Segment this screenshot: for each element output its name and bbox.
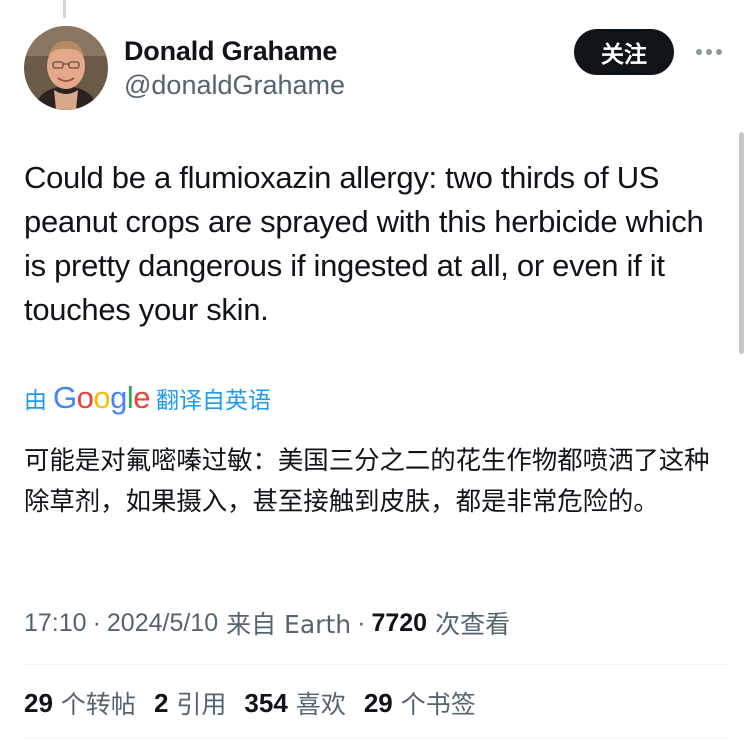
translation-suffix: 翻译自英语 — [156, 388, 272, 414]
stat-label: 引用 — [176, 690, 227, 719]
stat-count: 29 — [24, 687, 53, 718]
stat-label: 喜欢 — [295, 690, 346, 719]
more-options-icon[interactable] — [692, 40, 726, 64]
tweet-meta: 17:10 · 2024/5/10 来自 Earth · 7720 次查看 — [24, 605, 510, 641]
follow-button[interactable]: 关注 — [574, 29, 674, 75]
dot-icon — [696, 49, 702, 55]
thread-connector-line — [63, 0, 66, 18]
translated-tweet-text: 可能是对氟嘧嗪过敏：美国三分之二的花生作物都喷洒了这种除草剂，如果摄入，甚至接触… — [24, 445, 710, 516]
google-logo: Google — [53, 380, 151, 415]
stat-count: 354 — [244, 687, 288, 718]
stat-quotes[interactable]: 2 引用 — [154, 685, 226, 721]
dot-icon — [716, 49, 722, 55]
tweet-text: Could be a flumioxazin allergy: two thir… — [24, 160, 704, 327]
dot-icon — [706, 49, 712, 55]
tweet-date[interactable]: 2024/5/10 — [107, 609, 218, 638]
stat-count: 29 — [363, 687, 393, 718]
translation-attribution[interactable]: 由 Google 翻译自英语 — [24, 380, 271, 416]
translation-prefix: 由 — [24, 388, 47, 414]
stat-label: 个书签 — [400, 690, 476, 719]
author-display-name[interactable]: Donald Grahame — [124, 36, 337, 67]
engagement-stats: 29 个转帖 2 引用 354 喜欢 29 个书签 — [24, 684, 494, 722]
stat-likes[interactable]: 354 喜欢 — [244, 685, 345, 721]
stat-reposts[interactable]: 29 个转帖 — [24, 685, 136, 721]
stat-count: 2 — [153, 687, 169, 718]
meta-separator: · — [92, 608, 101, 637]
scrollbar-thumb[interactable] — [739, 132, 744, 354]
views-label: 次查看 — [435, 610, 511, 639]
divider — [24, 738, 726, 739]
tweet-source: 来自 Earth — [226, 610, 352, 639]
stat-label: 个转帖 — [60, 690, 136, 719]
divider — [24, 664, 726, 665]
stat-bookmarks[interactable]: 29 个书签 — [364, 685, 476, 721]
avatar[interactable] — [24, 26, 108, 110]
tweet-time[interactable]: 17:10 — [24, 609, 87, 638]
author-handle[interactable]: @donaldGrahame — [124, 70, 345, 101]
meta-separator: · — [357, 608, 366, 637]
views-count: 7720 — [371, 608, 428, 637]
avatar-photo — [24, 26, 108, 110]
